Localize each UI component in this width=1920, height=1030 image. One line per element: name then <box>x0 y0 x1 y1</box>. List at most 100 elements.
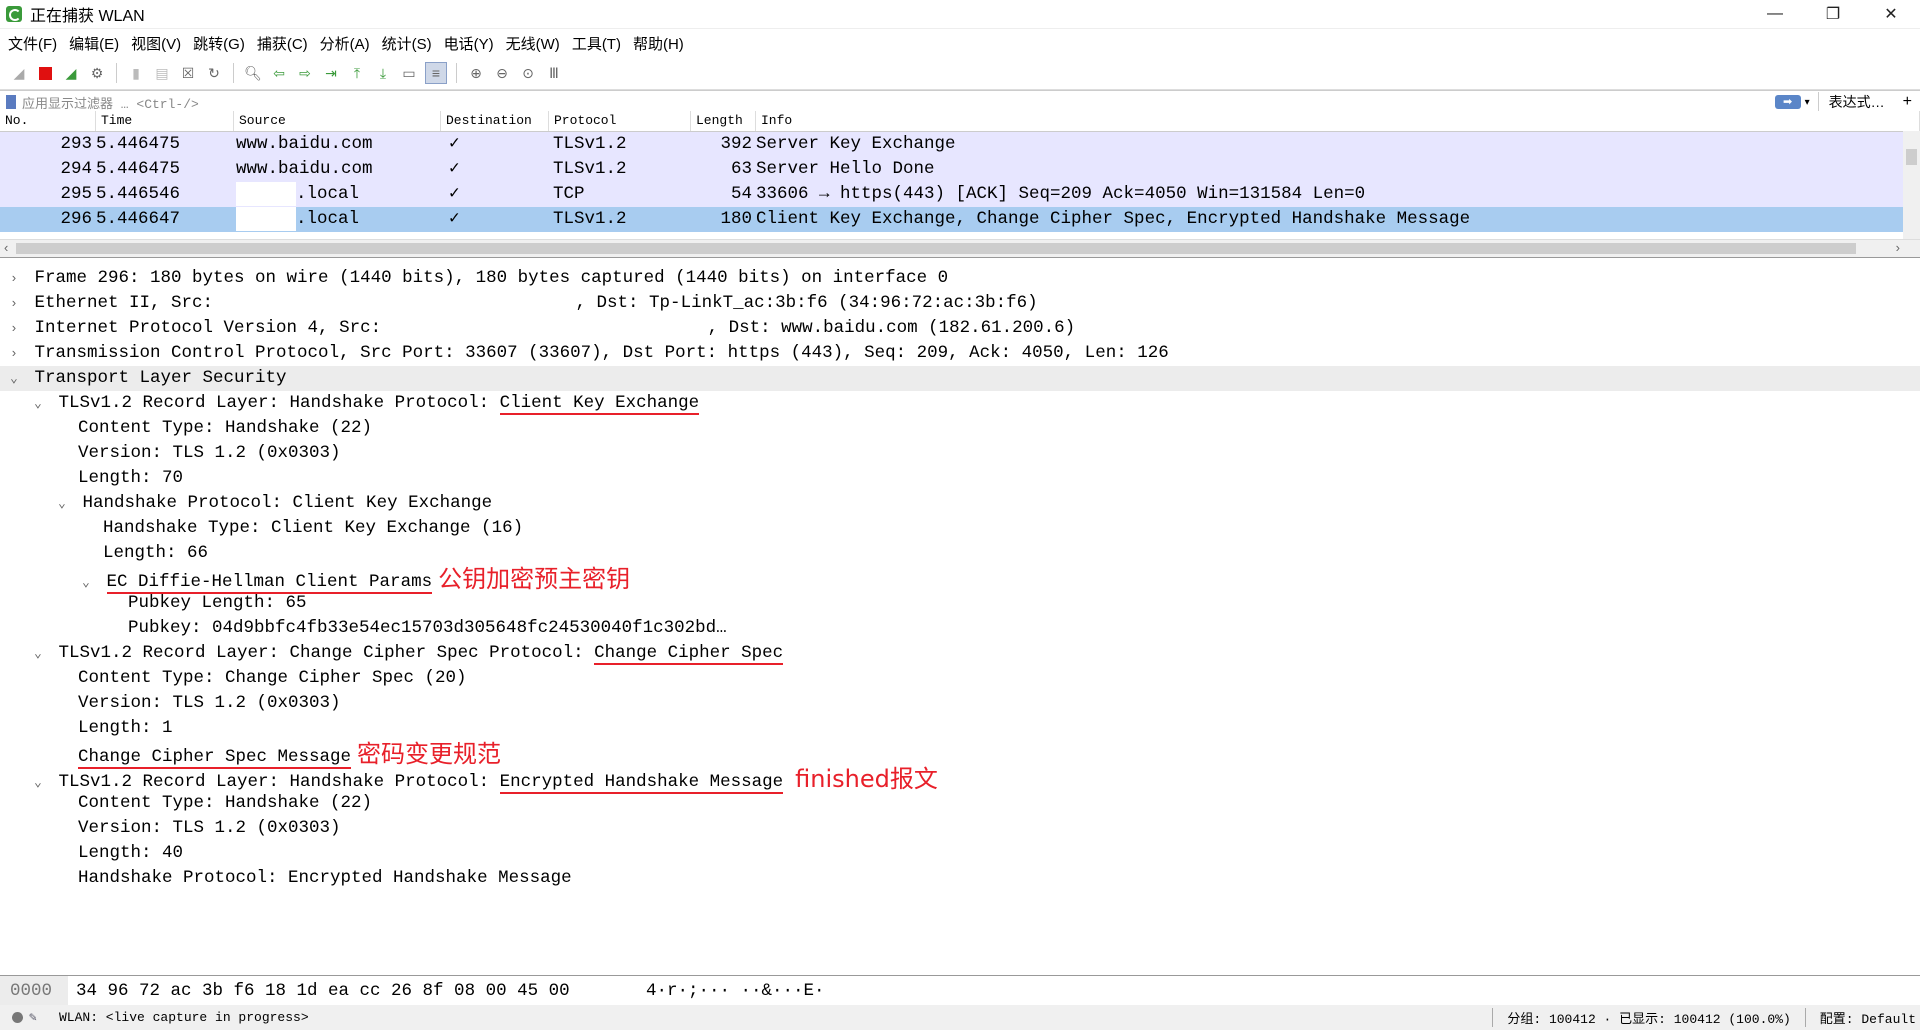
filter-dropdown-icon[interactable]: ▾ <box>1805 97 1810 108</box>
stop-capture-icon[interactable] <box>35 63 55 83</box>
expert-info-icon[interactable] <box>12 1012 23 1023</box>
tree-leaf[interactable]: Content Type: Handshake (22) <box>0 791 1920 816</box>
zoom-out-icon[interactable]: ⊖ <box>492 63 512 83</box>
packet-row[interactable]: 295 5.446546 .local ✓ TCP 54 33606 → htt… <box>0 182 1920 207</box>
expand-icon[interactable]: › <box>0 316 24 341</box>
wireshark-fin-icon <box>6 6 22 22</box>
find-packet-icon[interactable]: 🔍︎ <box>243 63 263 83</box>
packet-count: 分组: 100412 · 已显示: 100412 (100.0%) <box>1492 1008 1804 1027</box>
tree-leaf[interactable]: Length: 66 <box>0 541 1920 566</box>
edit-comment-icon[interactable]: ✎ <box>29 1010 43 1025</box>
tree-leaf[interactable]: Pubkey Length: 65 <box>0 591 1920 616</box>
column-info[interactable]: Info <box>756 111 1920 131</box>
collapse-icon[interactable]: ⌄ <box>0 391 48 416</box>
add-filter-button[interactable]: + <box>1895 93 1920 111</box>
packet-list-hscroll[interactable]: ‹ › <box>0 239 1920 257</box>
minimize-button[interactable]: — <box>1746 5 1804 23</box>
tree-leaf[interactable]: Pubkey: 04d9bbfc4fb33e54ec15703d305648fc… <box>0 616 1920 641</box>
scroll-thumb[interactable] <box>16 243 1856 254</box>
tree-leaf[interactable]: Version: TLS 1.2 (0x0303) <box>0 691 1920 716</box>
bytes-ascii[interactable]: 4·r·;··· ··&···E· <box>636 976 825 1006</box>
tree-ip[interactable]: › Internet Protocol Version 4, Src: , Ds… <box>0 316 1920 341</box>
scroll-thumb[interactable] <box>1906 149 1917 165</box>
menu-file[interactable]: 文件(F) <box>8 33 57 54</box>
menu-go[interactable]: 跳转(G) <box>193 33 245 54</box>
column-source[interactable]: Source <box>234 111 441 131</box>
save-file-icon[interactable]: ▤ <box>152 63 172 83</box>
tree-ethernet[interactable]: › Ethernet II, Src: , Dst: Tp-LinkT_ac:3… <box>0 291 1920 316</box>
tree-leaf[interactable]: Change Cipher Spec Message 密码变更规范 <box>0 741 1920 769</box>
tree-leaf[interactable]: Content Type: Handshake (22) <box>0 416 1920 441</box>
menu-edit[interactable]: 编辑(E) <box>69 33 119 54</box>
tree-leaf[interactable]: Version: TLS 1.2 (0x0303) <box>0 816 1920 841</box>
go-forward-icon[interactable]: ⇨ <box>295 63 315 83</box>
tree-text: Version: TLS 1.2 (0x0303) <box>78 443 341 463</box>
packet-row-selected[interactable]: 296 5.446647 .local ✓ TLSv1.2 180 Client… <box>0 207 1920 232</box>
menu-analyze[interactable]: 分析(A) <box>320 33 370 54</box>
zoom-in-icon[interactable]: ⊕ <box>466 63 486 83</box>
go-to-packet-icon[interactable]: ⇥ <box>321 63 341 83</box>
capture-options-icon[interactable]: ⚙ <box>87 63 107 83</box>
scroll-left-icon[interactable]: ‹ <box>4 240 8 255</box>
display-filter-input[interactable]: 应用显示过滤器 … <Ctrl-/> <box>22 93 1775 112</box>
menu-telephony[interactable]: 电话(Y) <box>444 33 494 54</box>
profile-selector[interactable]: 配置: Default <box>1804 1008 1920 1027</box>
menu-wireless[interactable]: 无线(W) <box>506 33 560 54</box>
capture-status: WLAN: <live capture in progress> <box>59 1010 309 1025</box>
packet-row[interactable]: 294 5.446475 www.baidu.com ✓ TLSv1.2 63 … <box>0 157 1920 182</box>
tree-leaf[interactable]: Version: TLS 1.2 (0x0303) <box>0 441 1920 466</box>
menu-help[interactable]: 帮助(H) <box>633 33 684 54</box>
packet-row[interactable]: 293 5.446475 www.baidu.com ✓ TLSv1.2 392… <box>0 132 1920 157</box>
packet-list-vscroll[interactable] <box>1903 131 1920 251</box>
tree-leaf[interactable]: Handshake Type: Client Key Exchange (16) <box>0 516 1920 541</box>
expand-icon[interactable]: › <box>0 341 24 366</box>
column-destination[interactable]: Destination <box>441 111 549 131</box>
column-length[interactable]: Length <box>691 111 756 131</box>
expression-button[interactable]: 表达式… <box>1817 92 1895 112</box>
tree-leaf[interactable]: Handshake Protocol: Encrypted Handshake … <box>0 866 1920 891</box>
colorize-icon[interactable]: ≡ <box>425 62 447 84</box>
open-file-icon[interactable]: ▮ <box>126 63 146 83</box>
menu-statistics[interactable]: 统计(S) <box>382 33 432 54</box>
menu-view[interactable]: 视图(V) <box>131 33 181 54</box>
tree-record-ccs[interactable]: ⌄ TLSv1.2 Record Layer: Change Cipher Sp… <box>0 641 1920 666</box>
packet-time: 5.446475 <box>96 159 181 179</box>
tree-record-encrypted[interactable]: ⌄ TLSv1.2 Record Layer: Handshake Protoc… <box>0 766 1920 794</box>
tree-record-handshake[interactable]: ⌄ TLSv1.2 Record Layer: Handshake Protoc… <box>0 391 1920 416</box>
menu-tools[interactable]: 工具(T) <box>572 33 621 54</box>
column-time[interactable]: Time <box>96 111 234 131</box>
restore-button[interactable]: ❐ <box>1804 4 1862 24</box>
tree-leaf[interactable]: Content Type: Change Cipher Spec (20) <box>0 666 1920 691</box>
collapse-icon[interactable]: ⌄ <box>0 641 48 666</box>
last-packet-icon[interactable]: ⤓ <box>373 63 393 83</box>
collapse-icon[interactable]: ⌄ <box>0 491 72 516</box>
apply-filter-icon[interactable]: ➡ <box>1774 95 1801 109</box>
reload-file-icon[interactable]: ↻ <box>204 63 224 83</box>
column-protocol[interactable]: Protocol <box>549 111 691 131</box>
tree-ecdh[interactable]: ⌄ EC Diffie-Hellman Client Params 公钥加密预主密… <box>0 566 1920 594</box>
restart-capture-icon[interactable]: ◢ <box>61 63 81 83</box>
bookmark-icon[interactable] <box>6 95 16 109</box>
resize-columns-icon[interactable]: Ⅲ <box>544 63 564 83</box>
bytes-hex[interactable]: 34 96 72 ac 3b f6 18 1d ea cc 26 8f 08 0… <box>68 976 636 1006</box>
menu-capture[interactable]: 捕获(C) <box>257 33 308 54</box>
tree-tls[interactable]: ⌄ Transport Layer Security <box>0 366 1920 391</box>
expand-icon[interactable]: › <box>0 266 24 291</box>
close-button[interactable]: ✕ <box>1862 4 1920 24</box>
tree-handshake[interactable]: ⌄ Handshake Protocol: Client Key Exchang… <box>0 491 1920 516</box>
tree-leaf[interactable]: Length: 40 <box>0 841 1920 866</box>
tree-leaf[interactable]: Length: 1 <box>0 716 1920 741</box>
autoscroll-icon[interactable]: ▭ <box>399 63 419 83</box>
tree-leaf[interactable]: Length: 70 <box>0 466 1920 491</box>
tree-frame[interactable]: › Frame 296: 180 bytes on wire (1440 bit… <box>0 266 1920 291</box>
first-packet-icon[interactable]: ⤒ <box>347 63 367 83</box>
scroll-right-icon[interactable]: › <box>1896 240 1900 255</box>
column-no[interactable]: No. <box>0 111 96 131</box>
go-back-icon[interactable]: ⇦ <box>269 63 289 83</box>
tree-tcp[interactable]: › Transmission Control Protocol, Src Por… <box>0 341 1920 366</box>
start-capture-icon[interactable]: ◢ <box>9 63 29 83</box>
close-file-icon[interactable]: ☒ <box>178 63 198 83</box>
expand-icon[interactable]: › <box>0 291 24 316</box>
collapse-icon[interactable]: ⌄ <box>0 366 24 391</box>
normal-size-icon[interactable]: ⊙ <box>518 63 538 83</box>
